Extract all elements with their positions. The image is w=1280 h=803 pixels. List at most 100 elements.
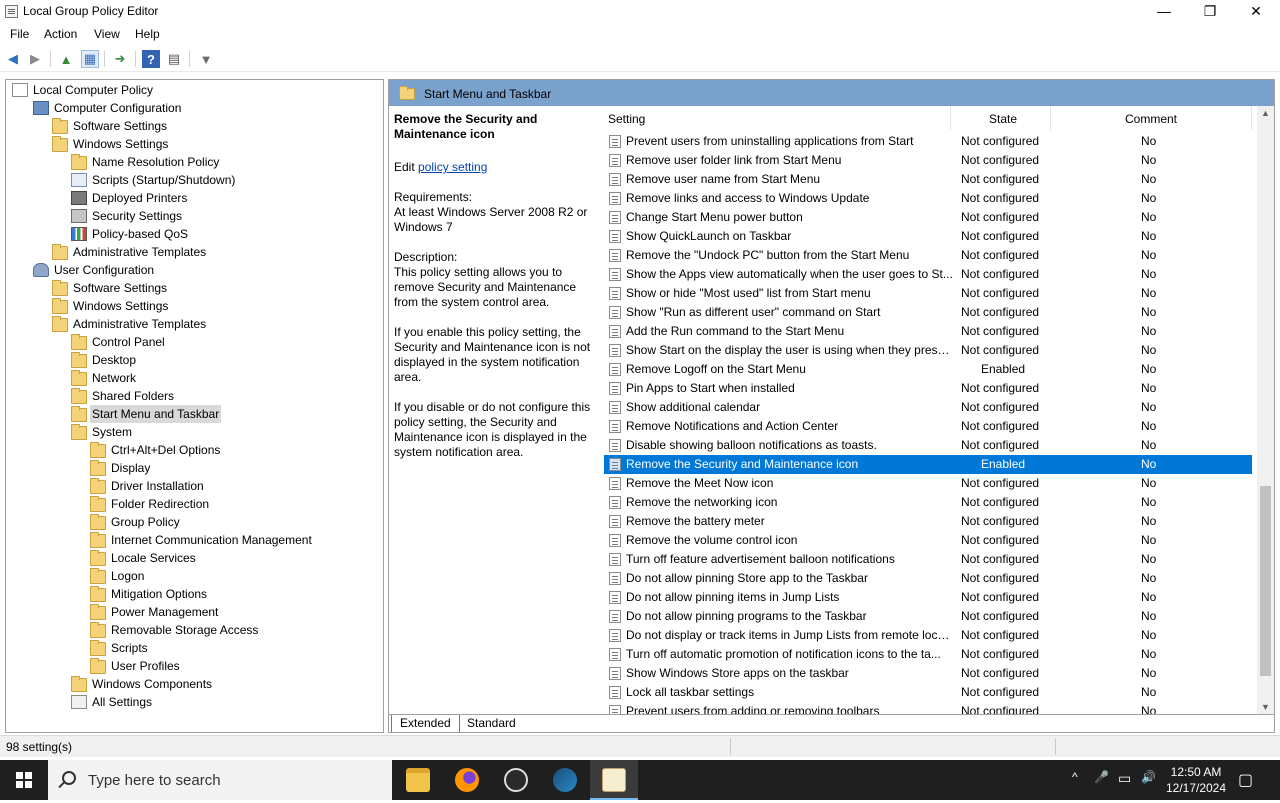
setting-row[interactable]: Remove user name from Start Menu Not conf… <box>604 170 1252 189</box>
tab-extended[interactable]: Extended <box>391 715 460 732</box>
tree-node[interactable]: >Name Resolution Policy <box>6 153 383 171</box>
settings-list[interactable]: Setting State Comment Prevent users from… <box>601 106 1274 718</box>
setting-row[interactable]: Prevent users from uninstalling applicat… <box>604 132 1252 151</box>
setting-row[interactable]: Remove the volume control icon Not config… <box>604 531 1252 550</box>
column-separator[interactable] <box>1251 106 1252 130</box>
scroll-up-icon[interactable]: ▲ <box>1257 108 1274 118</box>
setting-row[interactable]: Remove the Meet Now icon Not configured No <box>604 474 1252 493</box>
properties-icon[interactable]: ▤ <box>165 50 183 68</box>
setting-row[interactable]: Show the Apps view automatically when th… <box>604 265 1252 284</box>
setting-row[interactable]: Show QuickLaunch on Taskbar Not configure… <box>604 227 1252 246</box>
setting-row[interactable]: Remove links and access to Windows Updat… <box>604 189 1252 208</box>
taskbar-clock[interactable]: 12:50 AM 12/17/2024 <box>1163 764 1229 796</box>
setting-row[interactable]: Do not display or track items in Jump Li… <box>604 626 1252 645</box>
edit-policy-setting-link[interactable]: policy setting <box>418 160 487 174</box>
column-separator[interactable] <box>1050 106 1051 130</box>
tree-node[interactable]: Shared Folders <box>6 387 383 405</box>
setting-row[interactable]: Remove Notifications and Action Center No… <box>604 417 1252 436</box>
menu-help[interactable]: Help <box>135 27 160 41</box>
tree-node[interactable]: vAdministrative Templates <box>6 315 383 333</box>
tree-node[interactable]: Mitigation Options <box>6 585 383 603</box>
tree-node[interactable]: Local Computer Policy <box>6 81 383 99</box>
tree-node[interactable]: >Administrative Templates <box>6 243 383 261</box>
setting-row[interactable]: Remove user folder link from Start Menu N… <box>604 151 1252 170</box>
tree-node[interactable]: >Policy-based QoS <box>6 225 383 243</box>
filter-icon[interactable]: ▼ <box>197 50 215 68</box>
list-scrollbar[interactable]: ▲ ▼ <box>1257 106 1274 714</box>
tree-node[interactable]: >Software Settings <box>6 117 383 135</box>
tree-node[interactable]: >Control Panel <box>6 333 383 351</box>
tree-node[interactable]: >Software Settings <box>6 279 383 297</box>
menu-file[interactable]: File <box>10 27 29 41</box>
maximize-button[interactable]: ❐ <box>1187 0 1233 23</box>
file-explorer-app[interactable] <box>394 760 442 800</box>
forward-arrow-icon[interactable]: ▶ <box>26 50 44 68</box>
tree-node[interactable]: All Settings <box>6 693 383 711</box>
setting-row[interactable]: Show or hide "Most used" list from Start… <box>604 284 1252 303</box>
tree-node[interactable]: >Network <box>6 369 383 387</box>
tree-node[interactable]: vComputer Configuration <box>6 99 383 117</box>
tree-node[interactable]: Scripts <box>6 639 383 657</box>
tree-node[interactable]: >Windows Components <box>6 675 383 693</box>
close-button[interactable]: ✕ <box>1233 0 1279 23</box>
up-folder-icon[interactable]: ▲ <box>57 50 75 68</box>
setting-row[interactable]: Show additional calendar Not configured No <box>604 398 1252 417</box>
tree-node[interactable]: Locale Services <box>6 549 383 567</box>
minimize-button[interactable]: — <box>1141 0 1187 23</box>
column-setting[interactable]: Setting <box>608 112 645 126</box>
column-separator[interactable] <box>950 106 951 130</box>
steam-app[interactable] <box>541 760 589 800</box>
scroll-down-icon[interactable]: ▼ <box>1257 702 1274 712</box>
tree-node[interactable]: vSystem <box>6 423 383 441</box>
obs-app[interactable] <box>492 760 540 800</box>
setting-row[interactable]: Remove the battery meter Not configured No <box>604 512 1252 531</box>
start-button[interactable] <box>0 760 48 800</box>
setting-row[interactable]: Do not allow pinning Store app to the Ta… <box>604 569 1252 588</box>
tree-node[interactable]: >Internet Communication Management <box>6 531 383 549</box>
export-list-icon[interactable]: ➜ <box>111 50 129 68</box>
setting-row[interactable]: Do not allow pinning programs to the Tas… <box>604 607 1252 626</box>
setting-row[interactable]: Turn off feature advertisement balloon n… <box>604 550 1252 569</box>
tree-node[interactable]: >Security Settings <box>6 207 383 225</box>
policy-tree[interactable]: Local Computer Policy vComputer Configura… <box>5 79 384 733</box>
setting-row[interactable]: Disable showing balloon notifications as… <box>604 436 1252 455</box>
tree-node[interactable]: >Windows Settings <box>6 297 383 315</box>
tree-node[interactable]: Group Policy <box>6 513 383 531</box>
tree-node[interactable]: Removable Storage Access <box>6 621 383 639</box>
tree-node[interactable]: Folder Redirection <box>6 495 383 513</box>
tree-node[interactable]: Driver Installation <box>6 477 383 495</box>
volume-icon[interactable]: 🔊 <box>1141 770 1156 784</box>
taskbar-search[interactable]: Type here to search <box>48 760 392 800</box>
tree-node[interactable]: Power Management <box>6 603 383 621</box>
setting-row[interactable]: Remove the "Undock PC" button from the S… <box>604 246 1252 265</box>
tree-node[interactable]: User Profiles <box>6 657 383 675</box>
notification-center-icon[interactable]: ▢ <box>1238 770 1253 790</box>
tree-node[interactable]: >Start Menu and Taskbar <box>6 405 383 423</box>
tree-node[interactable]: >Deployed Printers <box>6 189 383 207</box>
tree-node[interactable]: Scripts (Startup/Shutdown) <box>6 171 383 189</box>
back-arrow-icon[interactable]: ◀ <box>4 50 22 68</box>
setting-row[interactable]: Show "Run as different user" command on … <box>604 303 1252 322</box>
tree-node[interactable]: >Desktop <box>6 351 383 369</box>
column-comment[interactable]: Comment <box>1125 112 1177 126</box>
tray-chevron-icon[interactable]: ^ <box>1072 770 1078 784</box>
show-hide-tree-icon[interactable]: ▦ <box>81 50 99 68</box>
setting-row[interactable]: Do not allow pinning items in Jump Lists… <box>604 588 1252 607</box>
network-icon[interactable]: ▭ <box>1118 770 1131 787</box>
tree-node[interactable]: vWindows Settings <box>6 135 383 153</box>
setting-row[interactable]: Pin Apps to Start when installed Not conf… <box>604 379 1252 398</box>
menu-view[interactable]: View <box>94 27 120 41</box>
menu-action[interactable]: Action <box>44 27 77 41</box>
firefox-app[interactable] <box>443 760 491 800</box>
setting-row[interactable]: Show Windows Store apps on the taskbar No… <box>604 664 1252 683</box>
scrollbar-thumb[interactable] <box>1260 486 1271 676</box>
help-icon[interactable]: ? <box>142 50 160 68</box>
setting-row[interactable]: Remove the Security and Maintenance icon… <box>604 455 1252 474</box>
tree-node[interactable]: Ctrl+Alt+Del Options <box>6 441 383 459</box>
column-state[interactable]: State <box>989 112 1017 126</box>
setting-row[interactable]: Remove the networking icon Not configured… <box>604 493 1252 512</box>
tree-node[interactable]: Display <box>6 459 383 477</box>
tab-standard[interactable]: Standard <box>459 715 524 732</box>
setting-row[interactable]: Remove Logoff on the Start Menu Enabled No <box>604 360 1252 379</box>
tree-node[interactable]: Logon <box>6 567 383 585</box>
